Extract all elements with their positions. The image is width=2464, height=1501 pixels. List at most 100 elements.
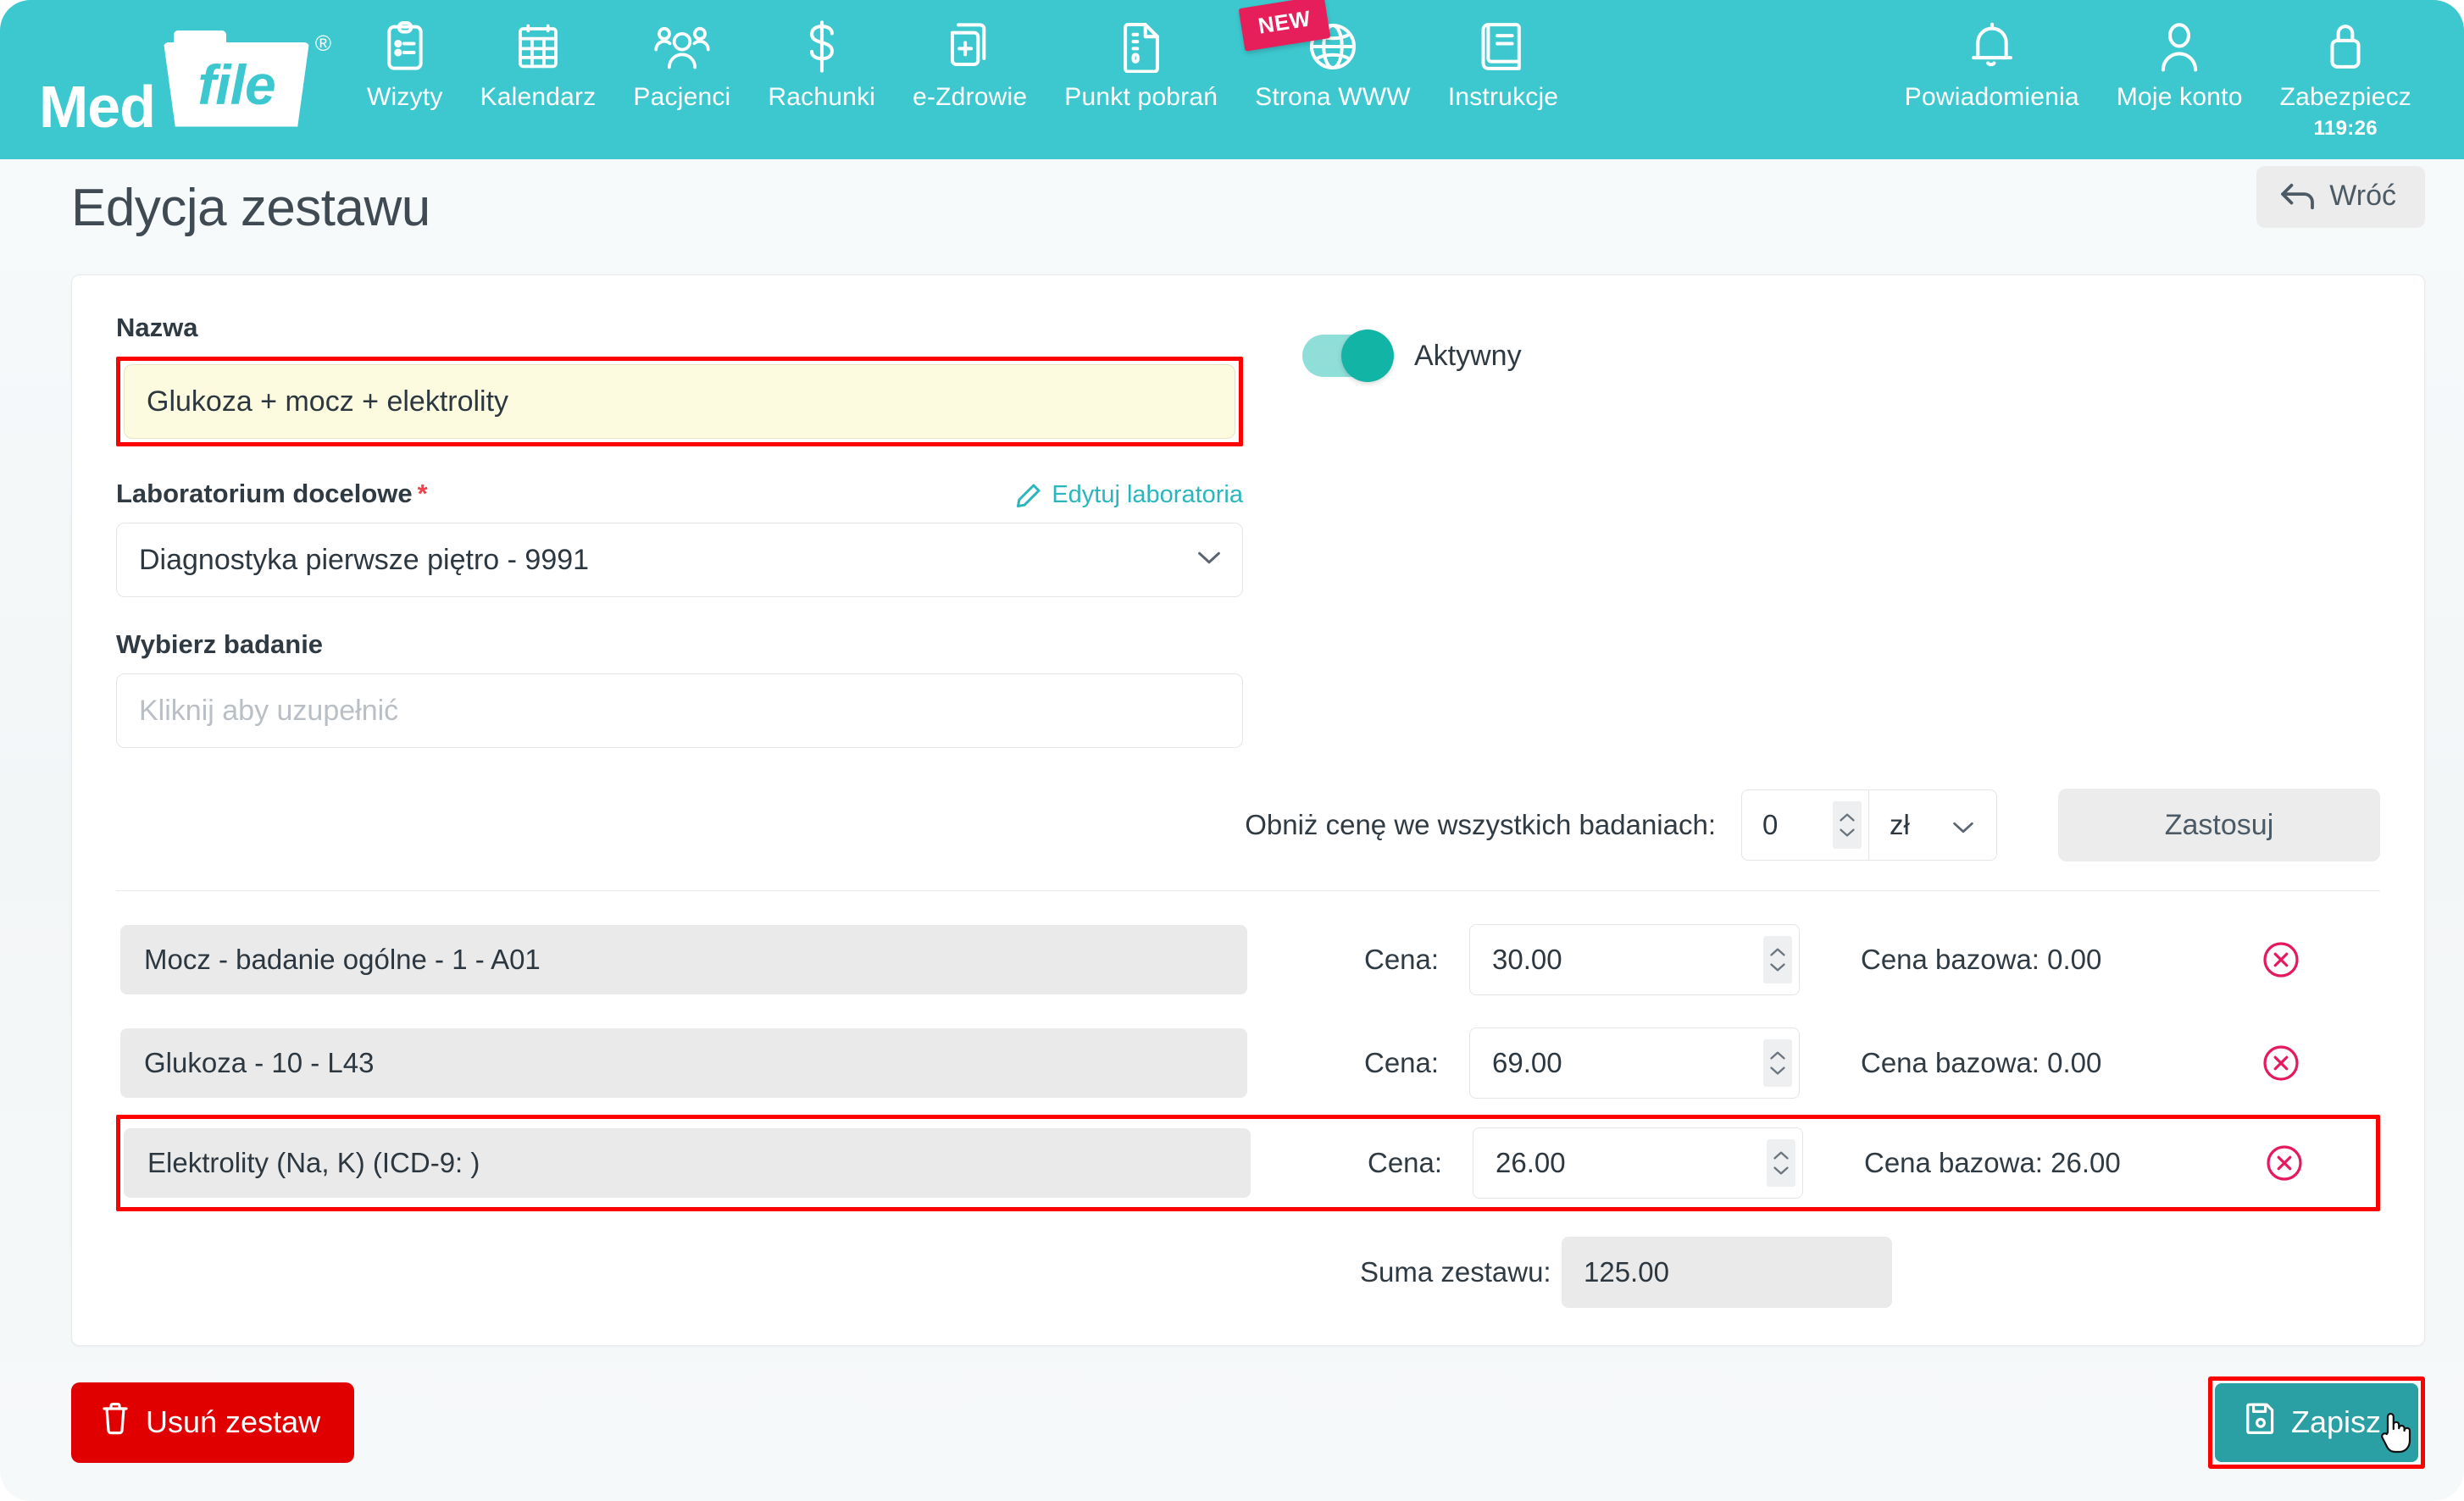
apply-discount-button[interactable]: Zastosuj (2058, 789, 2380, 861)
nav-label: e-Zdrowie (913, 83, 1028, 111)
remove-test-icon[interactable] (2261, 939, 2301, 980)
price-stepper[interactable] (1767, 1139, 1795, 1187)
nav-label: Zabezpiecz (2279, 83, 2411, 111)
name-input[interactable] (124, 364, 1235, 439)
nav-label: Powiadomienia (1904, 83, 2079, 111)
brand-file-text: file (197, 53, 275, 116)
choose-test-label: Wybierz badanie (116, 629, 324, 659)
clipboard-icon (381, 19, 429, 75)
table-row-highlighted: Elektrolity (Na, K) (ICD-9: ) Cena: 26.0… (116, 1115, 2380, 1211)
table-row: Mocz - badanie ogólne - 1 - A01 Cena: 30… (116, 908, 2380, 1011)
nav-items: Wizyty Kalendarz Pacjenci Rachunki e-Zdr… (348, 0, 2430, 159)
dollar-icon (803, 19, 841, 75)
price-stepper[interactable] (1763, 936, 1792, 983)
test-name: Glukoza - 10 - L43 (120, 1028, 1247, 1098)
nav-item-zabezpiecz[interactable]: Zabezpiecz 119:26 (2261, 0, 2430, 141)
nav-item-strona-www[interactable]: NEW Strona WWW (1236, 0, 1429, 112)
lab-label: Laboratorium docelowe * (116, 479, 428, 508)
save-button-highlight: Zapisz (2207, 1376, 2425, 1469)
document-icon (1119, 19, 1163, 75)
choose-test-input[interactable] (116, 673, 1243, 748)
save-label: Zapisz (2290, 1404, 2381, 1439)
price-input[interactable]: 69.00 (1469, 1027, 1800, 1099)
edit-set-card: Nazwa Aktywny Laboratorium docelowe* (71, 274, 2425, 1346)
nav-item-moje-konto[interactable]: Moje konto (2098, 0, 2261, 112)
nav-item-instrukcje[interactable]: Instrukcje (1429, 0, 1577, 112)
nav-label: Pacjenci (633, 83, 731, 111)
nav-label: Punkt pobrań (1064, 83, 1218, 111)
nav-item-punkt-pobran[interactable]: Punkt pobrań (1046, 0, 1236, 112)
base-price-text: Cena bazowa: 0.00 (1861, 1047, 2102, 1078)
top-navbar: Med file ® Wizyty Kalendarz Pacjenci Rac… (0, 0, 2464, 159)
lab-select-value: Diagnostyka pierwsze piętro - 9991 (139, 543, 590, 576)
brand-logo[interactable]: Med file ® (39, 0, 331, 159)
discount-stepper[interactable] (1833, 801, 1862, 849)
discount-amount-value: 0 (1762, 809, 1779, 840)
remove-test-icon[interactable] (2264, 1143, 2305, 1183)
trash-icon (100, 1401, 130, 1443)
save-disk-icon (2245, 1402, 2276, 1442)
nav-item-ezdrowie[interactable]: e-Zdrowie (894, 0, 1046, 112)
price-label: Cena: (1368, 1147, 1443, 1178)
chevron-down-icon (1952, 809, 1974, 841)
price-input[interactable]: 26.00 (1473, 1127, 1803, 1199)
name-label: Nazwa (116, 313, 198, 342)
save-button[interactable]: Zapisz (2214, 1383, 2418, 1462)
page-title: Edycja zestawu (71, 179, 430, 237)
pencil-icon (1016, 483, 1041, 508)
nav-label: Instrukcje (1447, 83, 1559, 111)
folder-icon: file ® (164, 29, 331, 127)
price-input[interactable]: 30.00 (1469, 924, 1800, 995)
book-icon (1480, 19, 1526, 75)
section-divider (116, 890, 2380, 891)
nav-item-kalendarz[interactable]: Kalendarz (462, 0, 615, 112)
choose-test-section: Wybierz badanie (116, 629, 2380, 748)
price-label: Cena: (1364, 944, 1440, 975)
nav-item-rachunki[interactable]: Rachunki (749, 0, 894, 112)
back-arrow-icon (2280, 182, 2316, 211)
nav-item-pacjenci[interactable]: Pacjenci (614, 0, 749, 112)
page-header: Edycja zestawu Wróć (0, 159, 2464, 259)
nav-label: Rachunki (768, 83, 876, 111)
remove-test-icon[interactable] (2261, 1043, 2301, 1083)
lock-icon (2324, 19, 2367, 75)
lab-select-wrap: Diagnostyka pierwsze piętro - 9991 (116, 523, 1243, 597)
base-price-text: Cena bazowa: 26.00 (1864, 1147, 2121, 1178)
tests-list: Mocz - badanie ogólne - 1 - A01 Cena: 30… (116, 908, 2380, 1211)
delete-set-label: Usuń zestaw (146, 1404, 321, 1439)
registered-mark: ® (314, 30, 331, 56)
back-button[interactable]: Wróć (2256, 166, 2425, 228)
session-timer: 119:26 (2313, 117, 2378, 140)
name-row: Nazwa Aktywny (116, 313, 2380, 446)
nav-label: Kalendarz (480, 83, 597, 111)
discount-unit-select[interactable]: zł (1868, 789, 1997, 861)
bulk-discount-row: Obniż cenę we wszystkich badaniach: 0 zł (116, 789, 2380, 861)
table-row: Glukoza - 10 - L43 Cena: 69.00 Cena bazo… (116, 1011, 2380, 1115)
sum-value: 125.00 (1562, 1237, 1892, 1308)
sum-row: Suma zestawu: 125.00 (116, 1237, 2380, 1308)
test-name: Elektrolity (Na, K) (ICD-9: ) (124, 1128, 1251, 1198)
price-value: 69.00 (1492, 1047, 1562, 1078)
required-star: * (417, 479, 428, 508)
edit-labs-label: Edytuj laboratoria (1052, 481, 1243, 508)
nav-item-wizyty[interactable]: Wizyty (348, 0, 462, 112)
name-input-highlight (116, 357, 1243, 446)
price-value: 30.00 (1492, 944, 1562, 975)
active-toggle-group: Aktywny (1302, 313, 1522, 382)
nav-item-powiadomienia[interactable]: Powiadomienia (1886, 0, 2098, 112)
sum-label: Suma zestawu: (1360, 1256, 1551, 1288)
active-toggle[interactable] (1302, 330, 1394, 382)
active-toggle-label: Aktywny (1414, 339, 1522, 372)
base-price-text: Cena bazowa: 0.00 (1861, 944, 2102, 975)
delete-set-button[interactable]: Usuń zestaw (71, 1382, 355, 1463)
price-stepper[interactable] (1763, 1039, 1792, 1087)
price-value: 26.00 (1496, 1147, 1566, 1178)
footer-actions: Usuń zestaw Zapisz (71, 1376, 2425, 1501)
lab-select[interactable]: Diagnostyka pierwsze piętro - 9991 (116, 523, 1243, 597)
calendar-icon (514, 19, 562, 75)
bulk-discount-label: Obniż cenę we wszystkich badaniach: (1245, 809, 1716, 840)
discount-amount-input[interactable]: 0 (1741, 789, 1868, 861)
back-button-label: Wróć (2329, 180, 2396, 212)
lab-section: Laboratorium docelowe * Edytuj laboratori… (116, 479, 2380, 597)
edit-labs-link[interactable]: Edytuj laboratoria (1016, 481, 1243, 509)
